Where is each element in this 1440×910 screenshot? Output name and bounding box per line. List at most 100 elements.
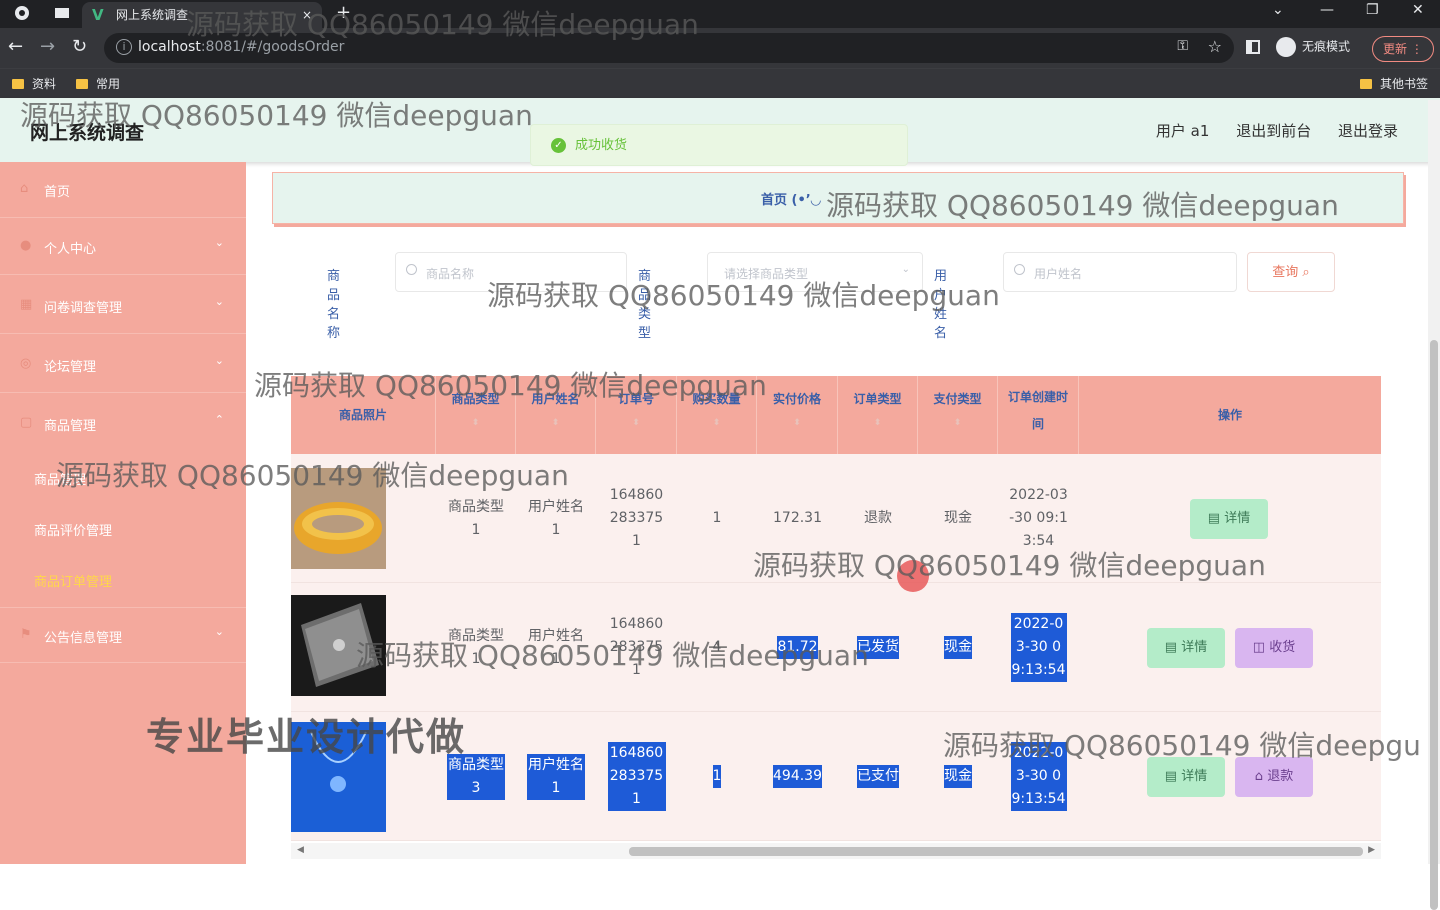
table-horizontal-scrollbar[interactable]: ◀ ▶ [291,843,1381,859]
watermark-big: 专业毕业设计代做 [146,715,467,759]
bookmark-folder-docs[interactable]: 资料 [12,75,56,92]
cell-order-no: 1648602833751 [596,712,677,841]
survey-icon: ▦ [20,297,33,312]
sidebar-item-profile[interactable]: ● 个人中心 ⌄ [0,219,246,275]
sidebar-sub-goods-order[interactable]: 商品订单管理 [34,571,112,590]
success-toast: ✓ 成功收货 [530,124,908,166]
other-bookmarks[interactable]: 其他书签 [1360,75,1428,92]
cell-qty: 4 [712,639,722,655]
goods-name-label: 商品名称 [327,269,341,341]
cell-user: 用户姓名1 [528,627,584,667]
logout-link[interactable]: 退出登录 [1338,122,1398,140]
url-field[interactable]: i localhost:8081/#/goodsOrder ⚿ ☆ [104,33,1234,63]
table-header: 商品照片 商品类型 ⬍ 用户姓名 ⬍ 订单号 ⬍ 购买数量 ⬍ 实付价格 ⬍ 订单类型 ⬍ … [291,376,1381,454]
tab-close-icon[interactable]: × [302,2,312,28]
query-button[interactable]: 查询 ⌕ [1247,252,1335,292]
sort-icon[interactable]: ⬍ [838,418,917,428]
key-icon[interactable]: ⚿ [1177,38,1188,54]
cell-order-no: 1648602833751 [609,487,664,549]
update-button[interactable]: 更新 ⋮ [1372,36,1434,62]
col-type[interactable]: 商品类型 ⬍ [436,376,516,454]
vue-logo-icon: V [92,6,104,24]
cell-price: 81.72 [757,583,838,712]
detail-button[interactable]: ▤ 详情 [1147,628,1225,668]
cell-created: 2022-03-30 09:13:54 [1009,487,1068,549]
col-created[interactable]: 订单创建时间 [998,376,1079,454]
header-links: 用户 a1 退出到前台 退出登录 [1134,120,1398,141]
sort-icon[interactable]: ⬍ [596,418,676,428]
receive-button[interactable]: ◫ 收货 [1235,628,1313,668]
cell-order-no: 1648602833751 [609,616,664,678]
col-price[interactable]: 实付价格 ⬍ [757,376,838,454]
sidebar-item-survey[interactable]: ▦ 问卷调查管理 ⌄ [0,278,246,334]
col-order-type[interactable]: 订单类型 ⬍ [838,376,918,454]
user-name-label: 用户姓名 [934,269,948,341]
product-photo-laptop [291,595,386,696]
page-vertical-scrollbar[interactable] [1428,100,1440,910]
table-row: 商品类型1 用户姓名1 1648602833751 4 81.72 已发货 现金… [291,583,1381,712]
folder-icon [12,79,24,89]
sidebar-sub-goods-review[interactable]: 商品评价管理 [34,520,112,539]
col-order-no[interactable]: 订单号 ⬍ [596,376,677,454]
col-user[interactable]: 用户姓名 ⬍ [516,376,596,454]
goods-name-input[interactable]: 商品名称 [395,252,627,292]
browser-menu-icon[interactable] [14,5,30,21]
bookmark-folder-common[interactable]: 常用 [76,75,120,92]
back-to-front-link[interactable]: 退出到前台 [1236,122,1311,140]
mouse-cursor-highlight [897,560,929,592]
sort-icon[interactable]: ⬍ [918,418,997,428]
goods-type-select[interactable]: 请选择商品类型 ⌄ [707,252,923,292]
tab-search-icon[interactable] [54,5,70,21]
sidebar-item-home[interactable]: ⌂ 首页 [0,162,246,218]
back-icon[interactable]: ← [8,36,23,57]
sidebar-item-forum[interactable]: ◎ 论坛管理 ⌄ [0,337,246,393]
scrollbar-thumb[interactable] [1430,340,1438,910]
refund-button[interactable]: ⌂ 退款 [1235,757,1313,797]
browser-tab[interactable]: V 网上系统调查 × [82,2,322,28]
minimize-icon[interactable]: — [1320,2,1334,18]
site-info-icon[interactable]: i [116,39,132,55]
scroll-right-icon[interactable]: ▶ [1368,845,1375,855]
new-tab-button[interactable]: + [336,2,351,23]
sidebar-item-goods[interactable]: ▢ 商品管理 ⌃ [0,396,246,452]
restore-icon[interactable]: ❐ [1366,2,1379,18]
table-row: 商品类型1 用户姓名1 1648602833751 1 172.31 退款 现金… [291,454,1381,583]
close-window-icon[interactable]: ✕ [1412,2,1424,18]
incognito-indicator[interactable]: 无痕模式 [1276,37,1350,57]
breadcrumb-home[interactable]: 首页 (•’◡ [761,189,821,208]
sort-icon[interactable]: ⬍ [677,418,756,428]
cell-created: 2022-03-30 09:13:54 [998,712,1079,841]
scroll-left-icon[interactable]: ◀ [297,845,304,855]
col-pay-type[interactable]: 支付类型 ⬍ [918,376,998,454]
sort-icon[interactable]: ⬍ [516,418,595,428]
sort-icon[interactable]: ⬍ [757,418,837,428]
search-icon [1014,264,1025,275]
cell-pay-type: 现金 [918,712,998,841]
side-panel-icon[interactable] [1246,40,1260,54]
col-photo[interactable]: 商品照片 [291,376,436,454]
col-qty[interactable]: 购买数量 ⬍ [677,376,757,454]
tab-dropdown-icon[interactable]: ⌄ [1272,2,1284,18]
url-path: :8081/#/goodsOrder [200,39,345,55]
reload-icon[interactable]: ↻ [72,36,87,57]
sort-icon[interactable]: ⬍ [436,418,515,428]
sidebar-item-notice[interactable]: ⚑ 公告信息管理 ⌄ [0,607,246,663]
cell-qty: 1 [712,510,722,526]
folder-icon [76,79,88,89]
sidebar-sub-goods[interactable]: 商品管理 [34,469,86,488]
detail-button[interactable]: ▤ 详情 [1190,499,1268,539]
scrollbar-thumb[interactable] [629,847,1363,856]
cell-created: 2022-03-30 09:13:54 [998,583,1079,712]
goods-type-label: 商品类型 [638,269,652,341]
cell-pay-type: 现金 [944,510,972,526]
bookmark-star-icon[interactable]: ☆ [1208,37,1222,56]
cell-order-type: 已支付 [838,712,918,841]
chevron-down-icon: ⌄ [214,295,224,308]
home-icon: ⌂ [20,181,29,196]
forward-icon[interactable]: → [40,36,55,57]
url-host: localhost [138,39,201,55]
chevron-up-icon: ⌃ [214,413,224,426]
cell-user: 用户姓名1 [528,498,584,538]
user-name-input[interactable]: 用户姓名 [1003,252,1237,292]
detail-button[interactable]: ▤ 详情 [1147,757,1225,797]
